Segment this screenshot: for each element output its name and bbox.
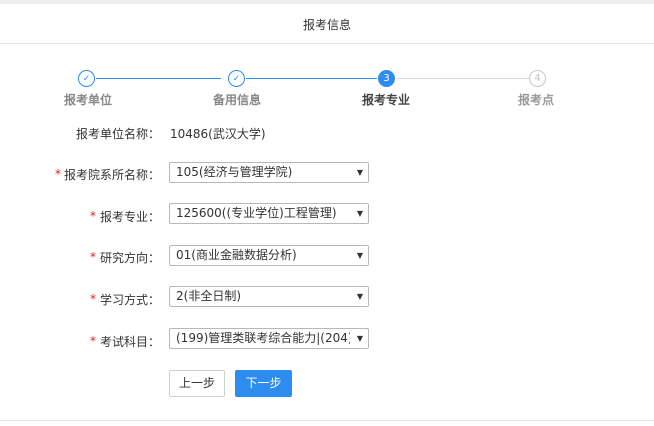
page-title: 报考信息 (302, 18, 351, 32)
study-mode-select-value: 2(非全日制) (176, 289, 241, 303)
required-mark: * (90, 334, 96, 348)
direction-label: 研究方向： (99, 251, 160, 265)
step-2-label: 备用信息 (213, 93, 262, 107)
required-mark: * (90, 292, 96, 306)
department-select-value: 105(经济与管理学院) (176, 165, 293, 179)
prev-step-button[interactable]: 上一步 (169, 370, 225, 397)
dropdown-arrow-icon: ▼ (356, 251, 363, 260)
step-connector-2 (246, 78, 377, 79)
step-3-number: 3 (378, 70, 395, 87)
department-label: 报考院系所名称： (63, 168, 160, 182)
required-mark: * (90, 250, 96, 264)
step-3-label: 报考专业 (362, 93, 411, 107)
step-2-check-icon: ✓ (228, 70, 245, 87)
study-mode-label: 学习方式： (99, 293, 160, 307)
page-header: 报考信息 (0, 4, 654, 44)
major-select[interactable]: 125600((专业学位)工程管理) ▼ (169, 203, 369, 224)
dropdown-arrow-icon: ▼ (356, 209, 363, 218)
step-4-label: 报考点 (518, 93, 555, 107)
unit-value: 10486(武汉大学) (170, 127, 266, 141)
study-mode-select[interactable]: 2(非全日制) ▼ (169, 286, 369, 307)
required-mark: * (55, 167, 61, 181)
dropdown-arrow-icon: ▼ (356, 334, 363, 343)
bottom-divider (0, 420, 654, 421)
subjects-select[interactable]: (199)管理类联考综合能力|(204)英语二 ▼ (169, 328, 369, 349)
step-4-number: 4 (529, 70, 546, 87)
subjects-select-value: (199)管理类联考综合能力|(204)英语二 (176, 331, 350, 345)
dropdown-arrow-icon: ▼ (356, 168, 363, 177)
step-1-check-icon: ✓ (78, 70, 95, 87)
unit-label: 报考单位名称： (75, 127, 160, 141)
step-1-label: 报考单位 (64, 93, 113, 107)
dropdown-arrow-icon: ▼ (356, 292, 363, 301)
major-label: 报考专业： (99, 210, 160, 224)
direction-select-value: 01(商业金融数据分析) (176, 248, 297, 262)
subjects-label: 考试科目： (99, 335, 160, 349)
department-select[interactable]: 105(经济与管理学院) ▼ (169, 162, 369, 183)
direction-select[interactable]: 01(商业金融数据分析) ▼ (169, 245, 369, 266)
next-step-button[interactable]: 下一步 (235, 370, 292, 397)
major-select-value: 125600((专业学位)工程管理) (176, 206, 337, 220)
required-mark: * (90, 209, 96, 223)
step-connector-3 (396, 78, 529, 79)
step-connector-1 (96, 78, 221, 79)
